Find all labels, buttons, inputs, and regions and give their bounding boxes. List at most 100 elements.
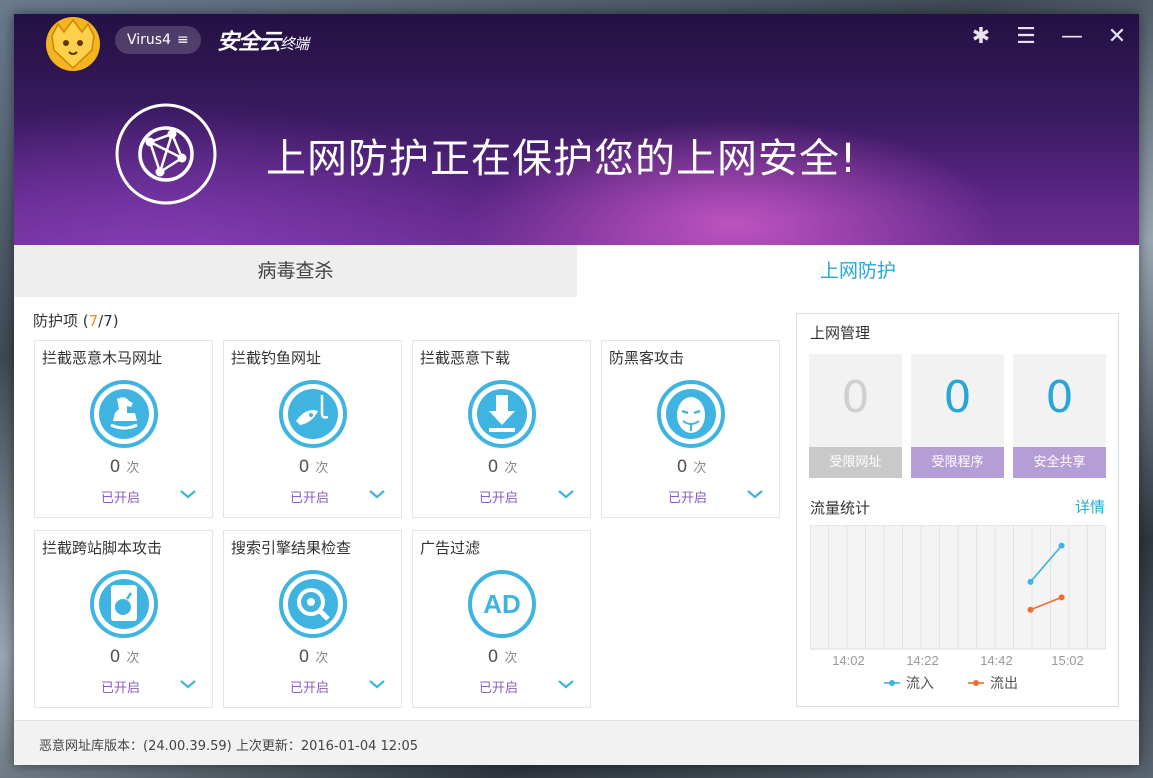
card-title: 拦截钓鱼网址 [231,349,322,367]
stat-label: 受限程序 [911,447,1004,478]
block-count-value: 0 [298,457,310,477]
block-count-value: 0 [109,457,121,477]
app-suffix: 终端 [280,35,309,53]
block-count-value: 0 [109,647,121,667]
app-name: 安全云 [217,29,281,55]
hacker-mask-icon [657,380,725,448]
card-title: 搜索引擎结果检查 [231,539,352,557]
virus-db-version: 恶意网址库版本：(24.00.39.59) 上次更新：2016-01-04 12… [39,739,418,754]
block-count: 0次 [413,457,592,477]
block-count: 0次 [224,457,403,477]
stat-label: 受限网址 [809,447,902,478]
stat-restricted-programs[interactable]: 0 受限程序 [911,354,1004,478]
count-unit: 次 [315,461,329,476]
status-enabled: 已开启 [290,491,330,506]
tab-virus-scan[interactable]: 病毒查杀 [14,245,577,297]
x-tick-label: 14:22 [906,653,939,668]
network-globe-icon [115,103,217,205]
legend-label: 流出 [990,676,1018,692]
protection-card-xss: 拦截跨站脚本攻击 0次 已开启 [34,530,213,708]
download-block-icon [468,380,536,448]
block-count: 0次 [35,457,214,477]
protection-title-suffix: ) [112,312,119,330]
protection-enabled-count: 7 [88,312,99,330]
stat-restricted-urls[interactable]: 0 受限网址 [809,354,902,478]
user-account-button[interactable]: Virus4 ≡ [115,26,201,54]
menu-icon: ≡ [177,32,189,48]
web-management-panel: 上网管理 0 受限网址 0 受限程序 0 安全共享 流量统计 详情 14:02 1… [796,313,1119,707]
status-enabled: 已开启 [101,491,141,506]
card-title: 拦截跨站脚本攻击 [42,539,163,557]
minimize-button[interactable]: — [1057,22,1087,52]
stat-value: 0 [943,372,972,423]
card-title: 拦截恶意木马网址 [42,349,163,367]
status-enabled: 已开启 [668,491,708,506]
legend-swatch-dot [889,680,895,686]
legend-swatch-dot [973,680,979,686]
protection-card-search-check: 搜索引擎结果检查 0次 已开启 [223,530,402,708]
close-button[interactable]: ✕ [1102,22,1132,52]
protection-card-ad-filter: 广告过滤 AD 0次 已开启 [412,530,591,708]
block-count: 0次 [224,647,403,667]
status-enabled: 已开启 [479,681,519,696]
traffic-chart: 14:02 14:22 14:42 15:02 流入 流出 [810,525,1106,692]
legend-label: 流入 [906,676,934,692]
count-unit: 次 [126,461,140,476]
protection-card-phishing-url: 拦截钓鱼网址 0次 已开启 [223,340,402,518]
x-tick-label: 15:02 [1051,653,1084,668]
block-count-value: 0 [487,457,499,477]
status-enabled: 已开启 [290,681,330,696]
card-title: 防黑客攻击 [609,349,685,367]
data-point [1058,542,1065,549]
stat-label: 安全共享 [1013,447,1106,478]
details-link[interactable]: 详情 [1075,496,1105,517]
app-title: 安全云终端 [217,24,309,56]
protection-card-trojan-url: 拦截恶意木马网址 0次 已开启 [34,340,213,518]
count-unit: 次 [504,651,518,666]
count-unit: 次 [504,461,518,476]
traffic-stats-title: 流量统计 [810,499,871,517]
settings-gear-icon[interactable]: ✱ [966,22,996,52]
chevron-down-icon[interactable] [555,675,577,693]
chevron-down-icon[interactable] [177,485,199,503]
data-point [1027,606,1034,613]
card-title: 拦截恶意下载 [420,349,511,367]
chevron-down-icon[interactable] [366,675,388,693]
stat-safe-sharing[interactable]: 0 安全共享 [1013,354,1106,478]
lion-shield-logo-icon [46,17,100,71]
stat-value: 0 [841,372,870,423]
x-tick-label: 14:42 [980,653,1013,668]
card-title: 广告过滤 [420,539,481,557]
trojan-horse-icon [90,380,158,448]
data-point [1027,578,1034,585]
tab-web-protection[interactable]: 上网防护 [577,245,1139,297]
chevron-down-icon[interactable] [555,485,577,503]
data-point [1058,594,1065,601]
status-enabled: 已开启 [101,681,141,696]
chevron-down-icon[interactable] [177,675,199,693]
phishing-hook-icon [279,380,347,448]
ad-filter-icon: AD [468,570,536,638]
block-count-value: 0 [487,647,499,667]
stat-value: 0 [1045,372,1074,423]
count-unit: 次 [126,651,140,666]
ad-icon-text: AD [483,589,521,619]
main-tabs: 病毒查杀 上网防护 [14,245,1139,297]
protection-items-title: 防护项 (7/7) [33,310,119,331]
script-bomb-icon [90,570,158,638]
x-tick-label: 14:02 [832,653,865,668]
main-menu-icon[interactable]: ☰ [1011,22,1041,52]
chevron-down-icon[interactable] [744,485,766,503]
chevron-down-icon[interactable] [366,485,388,503]
protection-card-malicious-download: 拦截恶意下载 0次 已开启 [412,340,591,518]
app-window: Virus4 ≡ 安全云终端 ✱ ☰ — ✕ 上网防护正在保护您的上网安全! 病… [14,14,1139,765]
protection-total-count: 7 [103,312,113,330]
protection-card-hacker-attack: 防黑客攻击 0次 已开启 [601,340,780,518]
count-unit: 次 [315,651,329,666]
block-count: 0次 [413,647,592,667]
status-enabled: 已开启 [479,491,519,506]
protection-headline: 上网防护正在保护您的上网安全! [266,136,858,182]
user-label: Virus4 [127,32,171,48]
block-count: 0次 [602,457,781,477]
block-count: 0次 [35,647,214,667]
